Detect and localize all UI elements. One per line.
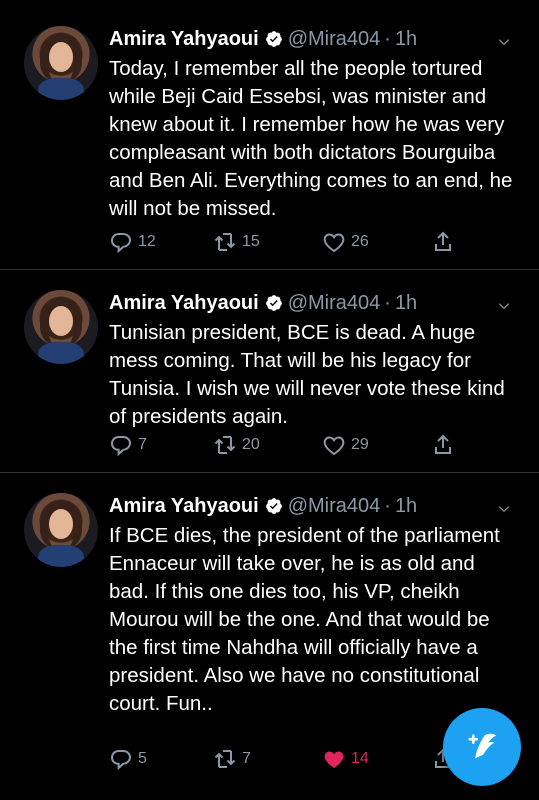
- tweet-text: If BCE dies, the president of the parlia…: [109, 524, 500, 715]
- reply-count: 12: [138, 233, 156, 250]
- like-button[interactable]: 29: [322, 431, 369, 459]
- author-handle[interactable]: @Mira404: [288, 490, 381, 522]
- like-button[interactable]: 26: [322, 228, 369, 256]
- chevron-down-icon[interactable]: [497, 299, 511, 313]
- tweet-header: Amira Yahyaoui @Mira404 · 1h: [109, 287, 519, 319]
- chevron-down-icon[interactable]: [497, 502, 511, 516]
- verified-badge-icon: [265, 295, 282, 311]
- tweet-actions: 7 20 29: [109, 431, 469, 459]
- separator-dot: ·: [384, 495, 391, 517]
- verified-badge-icon: [265, 31, 282, 47]
- avatar[interactable]: [24, 290, 98, 364]
- tweet-content: Amira Yahyaoui @Mira404 · 1h If BCE dies…: [109, 490, 519, 771]
- separator-dot: ·: [384, 28, 391, 50]
- chevron-down-icon[interactable]: [497, 35, 511, 49]
- retweet-button[interactable]: 7: [213, 745, 251, 773]
- retweet-count: 20: [242, 436, 260, 453]
- compose-tweet-button[interactable]: [443, 708, 521, 786]
- author-name[interactable]: Amira Yahyaoui: [109, 287, 259, 319]
- tweet-text: Today, I remember all the people torture…: [109, 57, 513, 220]
- tweet-header: Amira Yahyaoui @Mira404 · 1h: [109, 23, 519, 55]
- like-count: 14: [351, 750, 369, 767]
- author-name[interactable]: Amira Yahyaoui: [109, 490, 259, 522]
- retweet-icon: [214, 233, 236, 251]
- tweet-item[interactable]: Amira Yahyaoui @Mira404 · 1h Today, I re…: [0, 6, 539, 270]
- heart-icon: [323, 436, 345, 456]
- like-count: 26: [351, 233, 369, 250]
- heart-icon: [323, 233, 345, 253]
- reply-icon: [110, 233, 132, 254]
- reply-count: 7: [138, 436, 147, 453]
- heart-icon: [324, 751, 344, 768]
- reply-button[interactable]: 12: [109, 228, 156, 256]
- tweet-time[interactable]: 1h: [395, 287, 417, 319]
- tweet-time[interactable]: 1h: [395, 23, 417, 55]
- reply-icon: [110, 750, 132, 771]
- retweet-button[interactable]: 20: [213, 431, 260, 459]
- tweet-actions: 12 15 26: [109, 228, 469, 256]
- share-icon: [435, 434, 451, 454]
- retweet-count: 7: [242, 750, 251, 767]
- reply-icon: [110, 436, 132, 457]
- reply-count: 5: [138, 750, 147, 767]
- avatar[interactable]: [24, 493, 98, 567]
- retweet-icon: [214, 750, 236, 768]
- tweet-item[interactable]: Amira Yahyaoui @Mira404 · 1h Tunisian pr…: [0, 270, 539, 473]
- compose-tweet-icon: [468, 733, 496, 759]
- author-handle[interactable]: @Mira404: [288, 23, 381, 55]
- tweet-content: Amira Yahyaoui @Mira404 · 1h Tunisian pr…: [109, 287, 519, 457]
- verified-badge-icon: [265, 498, 282, 514]
- tweet-time[interactable]: 1h: [395, 490, 417, 522]
- avatar[interactable]: [24, 26, 98, 100]
- like-count: 29: [351, 436, 369, 453]
- like-button[interactable]: 14: [322, 745, 369, 773]
- reply-button[interactable]: 5: [109, 745, 147, 773]
- tweet-text: Tunisian president, BCE is dead. A huge …: [109, 321, 505, 428]
- separator-dot: ·: [384, 292, 391, 314]
- retweet-button[interactable]: 15: [213, 228, 260, 256]
- retweet-count: 15: [242, 233, 260, 250]
- tweet-header: Amira Yahyaoui @Mira404 · 1h: [109, 490, 519, 522]
- share-button[interactable]: [431, 431, 460, 459]
- retweet-icon: [214, 436, 236, 454]
- tweet-actions: 5 7 14: [109, 745, 469, 773]
- share-icon: [435, 231, 451, 251]
- author-handle[interactable]: @Mira404: [288, 287, 381, 319]
- tweet-content: Amira Yahyaoui @Mira404 · 1h Today, I re…: [109, 23, 519, 254]
- share-button[interactable]: [431, 228, 460, 256]
- author-name[interactable]: Amira Yahyaoui: [109, 23, 259, 55]
- reply-button[interactable]: 7: [109, 431, 147, 459]
